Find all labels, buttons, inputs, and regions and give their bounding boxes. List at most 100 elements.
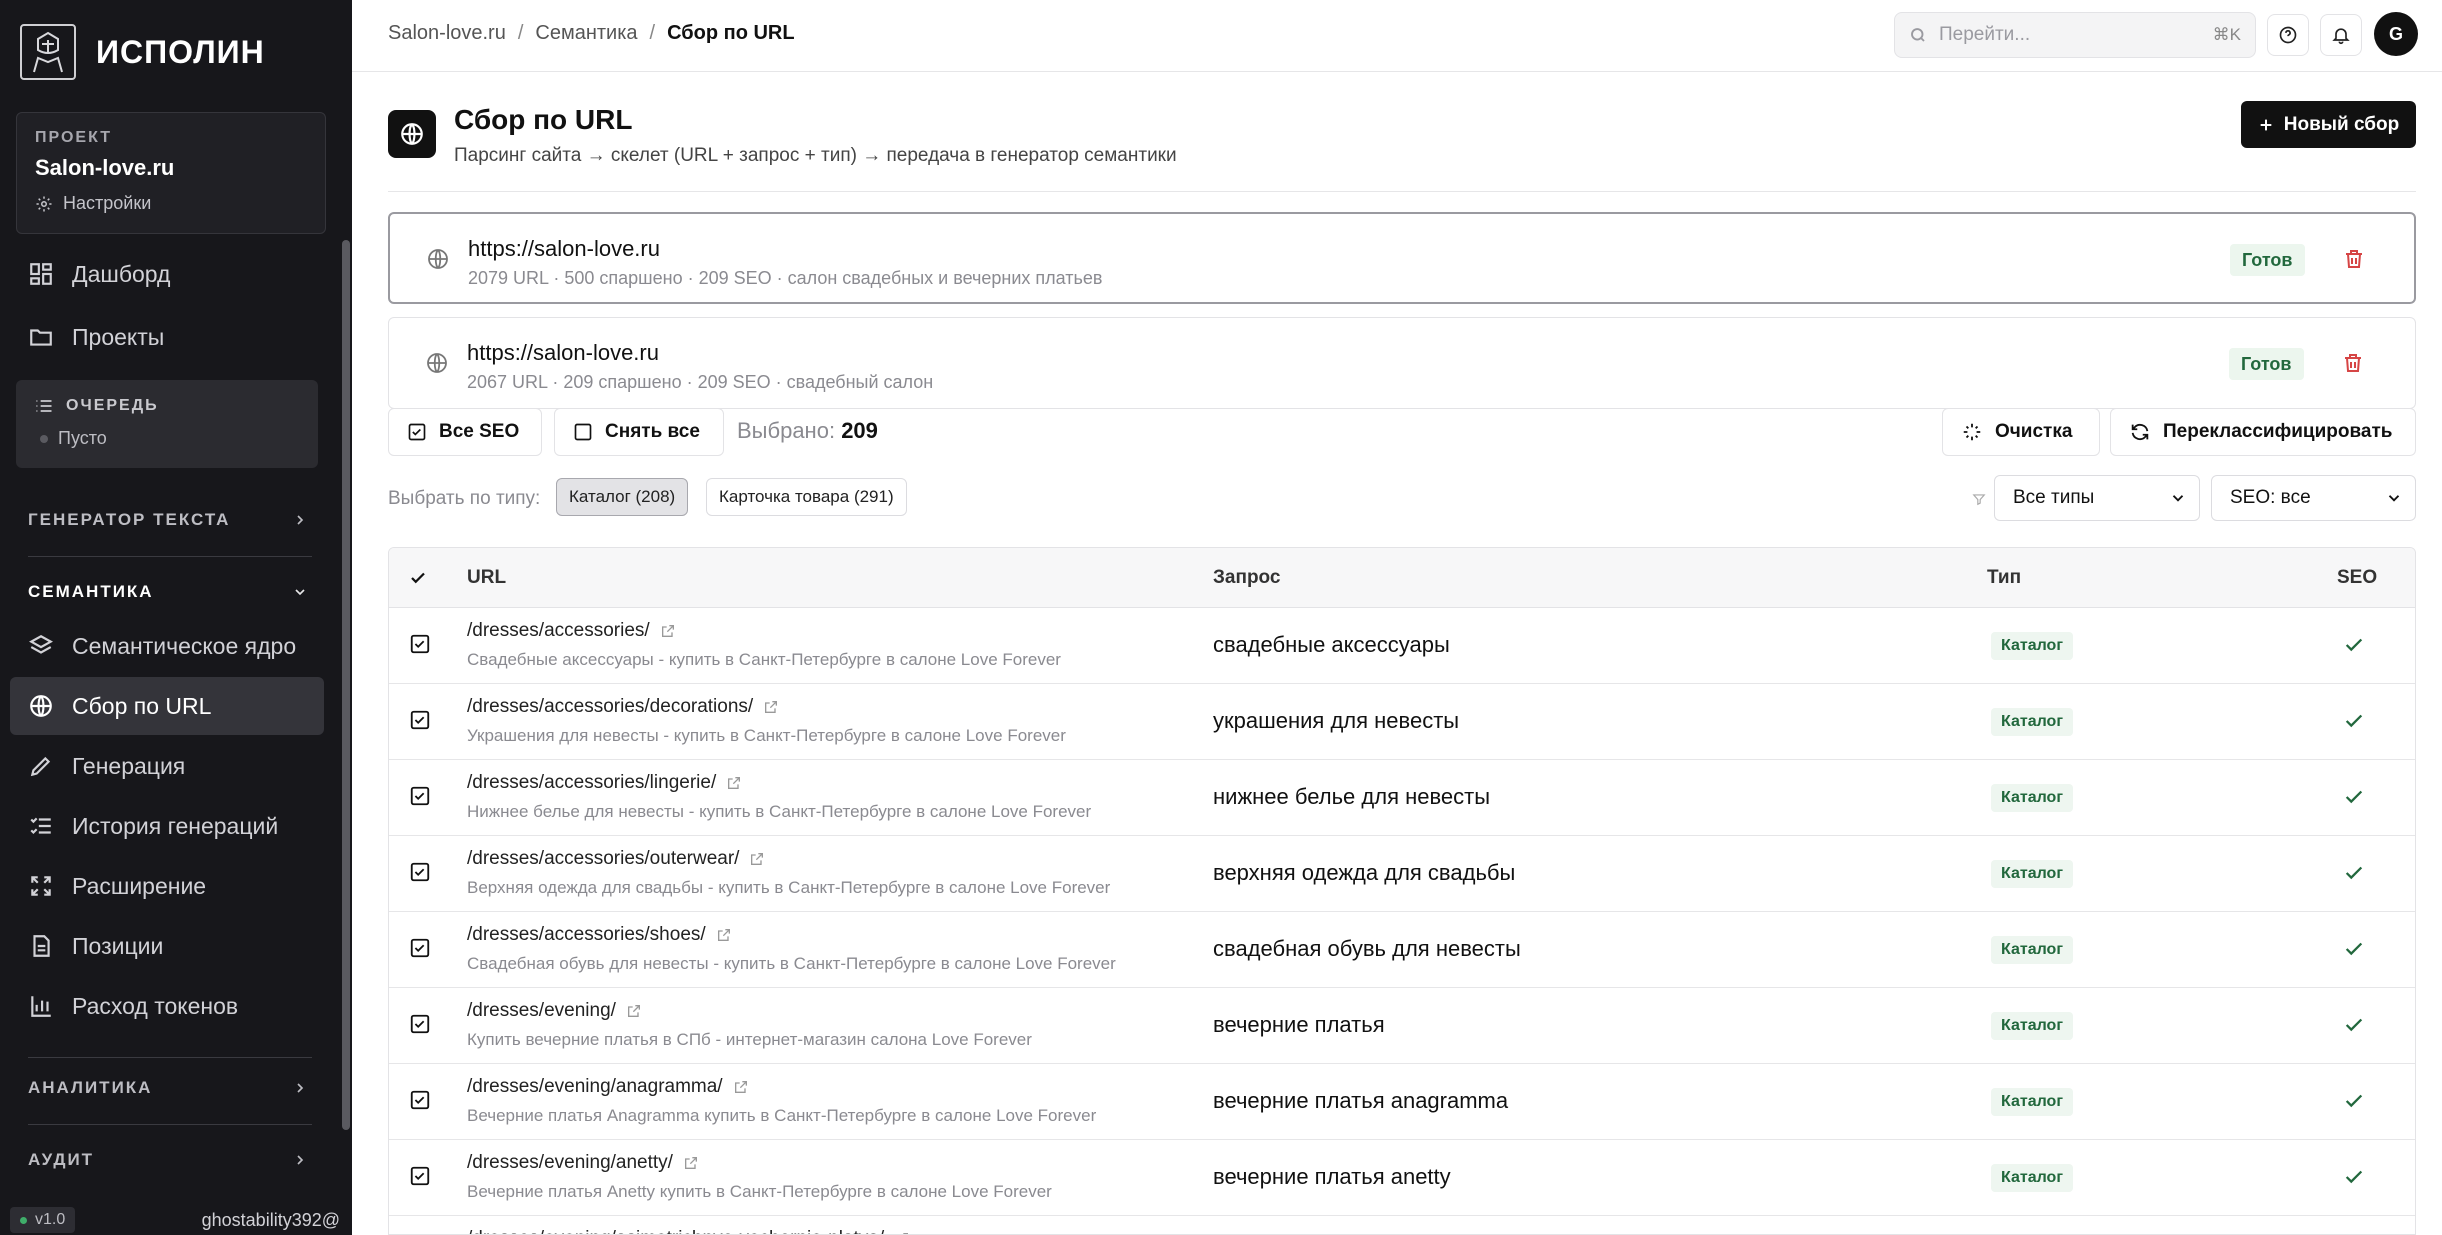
row-url[interactable]: /dresses/evening/asimetrichnye-vechernie… [467,1228,910,1235]
nav-label: История генераций [72,812,279,839]
sidebar: ИСПОЛИН ПРОЕКТ Salon-love.ru Настройки Д… [0,0,352,1235]
breadcrumb-section[interactable]: Семантика [535,22,637,45]
row-checkbox-icon[interactable] [409,709,431,731]
layers-icon [29,635,53,654]
table-row[interactable]: /dresses/accessories/lingerie/Нижнее бел… [389,760,2415,836]
breadcrumb-project[interactable]: Salon-love.ru [388,22,506,45]
new-collection-button[interactable]: Новый сбор [2241,101,2416,148]
collection-card[interactable]: https://salon-love.ru 2079 URL · 500 спа… [388,212,2416,304]
unselect-all-button[interactable]: Снять все [554,408,724,456]
column-type[interactable]: Тип [1987,567,2021,589]
external-link-icon[interactable] [763,699,779,715]
type-select[interactable]: Все типы [1994,475,2200,521]
row-checkbox-icon[interactable] [409,633,431,655]
seo-check-icon [2345,1170,2363,1184]
row-url[interactable]: /dresses/accessories/ [467,620,676,642]
row-url[interactable]: /dresses/accessories/decorations/ [467,696,779,718]
external-link-icon[interactable] [726,775,742,791]
nav-item-collect-url[interactable]: Сбор по URL [10,677,324,735]
nav-item-generation[interactable]: Генерация [10,737,324,795]
row-checkbox-icon[interactable] [409,937,431,959]
nav-item-history[interactable]: История генераций [10,797,324,855]
cleanup-button[interactable]: Очистка [1942,408,2100,456]
table-row[interactable]: /dresses/evening/anetty/Вечерние платья … [389,1140,2415,1216]
external-link-icon[interactable] [749,851,765,867]
collection-card[interactable]: https://salon-love.ru 2067 URL · 209 спа… [388,317,2416,409]
table-row[interactable]: /dresses/evening/Купить вечерние платья … [389,988,2415,1064]
trash-icon[interactable] [2342,247,2366,271]
row-path: /dresses/evening/asimetrichnye-vechernie… [467,1228,884,1234]
trash-icon[interactable] [2341,351,2365,375]
nav-item-positions[interactable]: Позиции [10,917,324,975]
status-badge: Готов [2229,348,2304,380]
row-page-title: Вечерние платья Anagramma купить в Санкт… [467,1106,1097,1125]
row-page-title: Нижнее белье для невесты - купить в Санк… [467,802,1092,821]
table-row[interactable]: /dresses/accessories/decorations/Украшен… [389,684,2415,760]
row-query: вечерние платья [1213,1012,1385,1037]
seo-check-icon [2345,866,2363,880]
table-row[interactable]: /dresses/evening/asimetrichnye-vechernie… [389,1216,2415,1235]
row-path: /dresses/evening/anetty/ [467,1152,673,1173]
reclassify-button[interactable]: Переклассифицировать [2110,408,2416,456]
row-checkbox-icon[interactable] [409,1165,431,1187]
avatar[interactable]: G [2374,12,2418,56]
nav-item-tokens[interactable]: Расход токенов [10,977,324,1035]
nav-label: Проекты [72,323,165,350]
section-text-generator[interactable]: ГЕНЕРАТОР ТЕКСТА [28,510,308,530]
row-checkbox-icon[interactable] [409,1013,431,1035]
row-checkbox-icon[interactable] [409,785,431,807]
seo-select[interactable]: SEO: все [2211,475,2416,521]
external-link-icon[interactable] [733,1079,749,1095]
column-seo[interactable]: SEO [2337,567,2377,589]
table-row[interactable]: /dresses/accessories/shoes/Свадебная обу… [389,912,2415,988]
row-checkbox-icon[interactable] [409,861,431,883]
row-url[interactable]: /dresses/evening/ [467,1000,642,1022]
sidebar-scrollbar[interactable] [342,240,350,1130]
external-link-icon[interactable] [660,623,676,639]
row-type-badge: Каталог [1991,632,2073,660]
project-settings-link[interactable]: Настройки [35,193,307,214]
chevron-right-icon [297,1155,304,1165]
select-all-seo-button[interactable]: Все SEO [388,408,542,456]
section-semantics[interactable]: СЕМАНТИКА [28,582,308,602]
app-logo[interactable]: ИСПОЛИН [20,24,265,80]
type-chip-product[interactable]: Карточка товара (291) [706,478,907,516]
type-chip-catalog[interactable]: Каталог (208) [556,478,689,516]
row-url[interactable]: /dresses/evening/anagramma/ [467,1076,749,1098]
username[interactable]: ghostability392@ [202,1210,340,1231]
nav-item-semantic-core[interactable]: Семантическое ядро [10,617,324,675]
row-url[interactable]: /dresses/accessories/shoes/ [467,924,732,946]
table-header: URL Запрос Тип SEO [389,548,2415,608]
search-input[interactable]: Перейти... ⌘K [1894,12,2256,58]
row-checkbox-icon[interactable] [409,1089,431,1111]
row-url[interactable]: /dresses/accessories/lingerie/ [467,772,742,794]
nav-item-dashboard[interactable]: Дашборд [10,245,324,303]
table-row[interactable]: /dresses/evening/anagramma/Вечерние плат… [389,1064,2415,1140]
logo-text: ИСПОЛИН [96,33,265,70]
column-url[interactable]: URL [467,567,506,589]
notifications-button[interactable] [2320,14,2362,56]
table-row[interactable]: /dresses/accessories/Свадебные аксессуар… [389,608,2415,684]
table-row[interactable]: /dresses/accessories/outerwear/Верхняя о… [389,836,2415,912]
column-query[interactable]: Запрос [1213,567,1280,589]
row-url[interactable]: /dresses/accessories/outerwear/ [467,848,765,870]
collection-url: https://salon-love.ru [468,236,660,261]
row-url[interactable]: /dresses/evening/anetty/ [467,1152,699,1174]
row-query: вечерние платья anetty [1213,1164,1451,1189]
row-type-badge: Каталог [1991,1164,2073,1192]
nav-item-expansion[interactable]: Расширение [10,857,324,915]
project-card[interactable]: ПРОЕКТ Salon-love.ru Настройки [16,112,326,234]
help-button[interactable] [2267,14,2309,56]
check-all-icon[interactable] [409,569,427,587]
section-audit[interactable]: АУДИТ [28,1150,308,1170]
nav-item-projects[interactable]: Проекты [10,308,324,366]
row-path: /dresses/accessories/lingerie/ [467,772,717,793]
external-link-icon[interactable] [716,927,732,943]
section-analytics[interactable]: АНАЛИТИКА [28,1078,308,1098]
external-link-icon[interactable] [683,1155,699,1171]
row-path: /dresses/accessories/ [467,620,650,641]
external-link-icon[interactable] [626,1003,642,1019]
folder-icon [30,329,52,346]
pen-icon [30,756,51,777]
external-link-icon[interactable] [894,1231,910,1235]
